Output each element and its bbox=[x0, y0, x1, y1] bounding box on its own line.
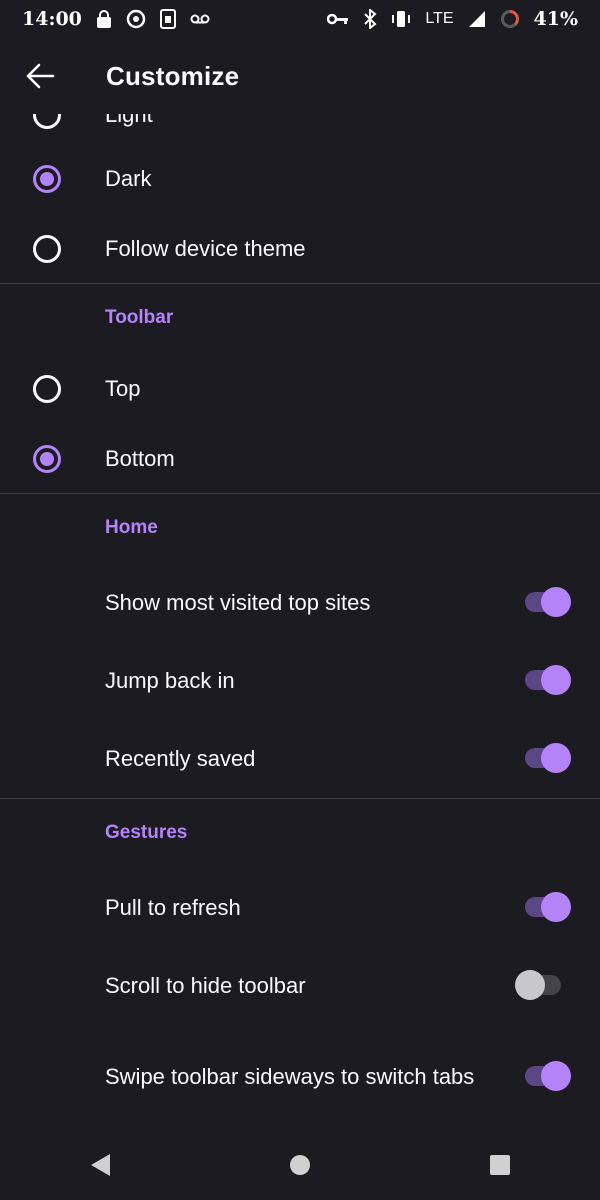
vpn-key-icon bbox=[327, 13, 349, 25]
switch-knob bbox=[541, 587, 571, 617]
status-bar: 14:00 LTE 41% bbox=[0, 0, 600, 38]
nav-recents-icon bbox=[490, 1155, 510, 1175]
back-button[interactable] bbox=[0, 38, 80, 114]
jump-back-in-label: Jump back in bbox=[105, 667, 235, 693]
system-nav-bar bbox=[0, 1130, 600, 1200]
app-bar: Customize bbox=[0, 38, 600, 114]
pull-to-refresh-label: Pull to refresh bbox=[105, 894, 241, 920]
home-row-jump-back-in[interactable]: Jump back in bbox=[0, 644, 600, 716]
gestures-row-swipe-toolbar[interactable]: Swipe toolbar sideways to switch tabs bbox=[0, 1040, 600, 1112]
nav-back-button[interactable] bbox=[70, 1135, 130, 1195]
jump-back-in-switch[interactable] bbox=[525, 665, 571, 695]
swipe-toolbar-label: Swipe toolbar sideways to switch tabs bbox=[105, 1063, 475, 1089]
top-sites-label: Show most visited top sites bbox=[105, 589, 371, 615]
vibrate-icon bbox=[391, 10, 411, 28]
data-saver-icon bbox=[126, 9, 146, 29]
divider bbox=[0, 283, 600, 284]
top-sites-switch[interactable] bbox=[525, 587, 571, 617]
home-row-top-sites[interactable]: Show most visited top sites bbox=[0, 566, 600, 638]
page-title: Customize bbox=[106, 60, 240, 91]
divider bbox=[0, 493, 600, 494]
swipe-toolbar-switch[interactable] bbox=[525, 1061, 571, 1091]
radio-follow-device[interactable] bbox=[33, 235, 61, 263]
theme-option-dark[interactable]: Dark bbox=[0, 144, 600, 214]
toolbar-top-label: Top bbox=[105, 376, 141, 401]
toolbar-option-top[interactable]: Top bbox=[0, 354, 600, 424]
switch-knob bbox=[541, 892, 571, 922]
radio-dark[interactable] bbox=[33, 165, 61, 193]
pull-to-refresh-switch[interactable] bbox=[525, 892, 571, 922]
lock-icon bbox=[96, 10, 112, 28]
radio-bottom[interactable] bbox=[33, 445, 61, 473]
switch-knob bbox=[541, 743, 571, 773]
toolbar-bottom-label: Bottom bbox=[105, 446, 175, 471]
recently-saved-label: Recently saved bbox=[105, 745, 256, 771]
nav-home-button[interactable] bbox=[270, 1135, 330, 1195]
section-header-gestures: Gestures bbox=[105, 822, 188, 843]
theme-light-label: Light bbox=[105, 114, 153, 127]
battery-level: 41% bbox=[533, 8, 579, 30]
theme-option-follow-device[interactable]: Follow device theme bbox=[0, 214, 600, 284]
section-header-toolbar: Toolbar bbox=[105, 307, 174, 328]
back-arrow-icon bbox=[26, 63, 55, 89]
battery-ring-icon bbox=[500, 9, 520, 29]
status-bar-left: 14:00 bbox=[22, 8, 210, 30]
radio-light[interactable] bbox=[33, 114, 61, 129]
theme-follow-device-label: Follow device theme bbox=[105, 236, 306, 261]
home-row-recently-saved[interactable]: Recently saved bbox=[0, 722, 600, 794]
nav-back-icon bbox=[91, 1154, 110, 1176]
toolbar-option-bottom[interactable]: Bottom bbox=[0, 424, 600, 494]
radio-top[interactable] bbox=[33, 375, 61, 403]
nav-home-icon bbox=[290, 1155, 310, 1175]
voicemail-icon bbox=[190, 13, 210, 25]
sim-icon bbox=[159, 9, 176, 29]
section-header-home: Home bbox=[105, 517, 158, 538]
switch-knob bbox=[541, 665, 571, 695]
nav-recents-button[interactable] bbox=[470, 1135, 530, 1195]
recently-saved-switch[interactable] bbox=[525, 743, 571, 773]
switch-knob bbox=[515, 970, 545, 1000]
theme-dark-label: Dark bbox=[105, 166, 152, 191]
scroll-to-hide-label: Scroll to hide toolbar bbox=[105, 972, 306, 998]
status-bar-right: LTE 41% bbox=[327, 8, 578, 30]
scroll-to-hide-switch[interactable] bbox=[515, 970, 561, 1000]
signal-icon bbox=[468, 10, 486, 28]
settings-list[interactable]: Light Dark Follow device theme Toolbar T… bbox=[0, 114, 600, 1130]
gestures-row-scroll-to-hide[interactable]: Scroll to hide toolbar bbox=[0, 949, 600, 1021]
bluetooth-icon bbox=[363, 9, 377, 29]
gestures-row-pull-to-refresh[interactable]: Pull to refresh bbox=[0, 871, 600, 943]
divider bbox=[0, 798, 600, 799]
network-type: LTE bbox=[425, 10, 454, 27]
status-time: 14:00 bbox=[22, 8, 82, 30]
switch-knob bbox=[541, 1061, 571, 1091]
